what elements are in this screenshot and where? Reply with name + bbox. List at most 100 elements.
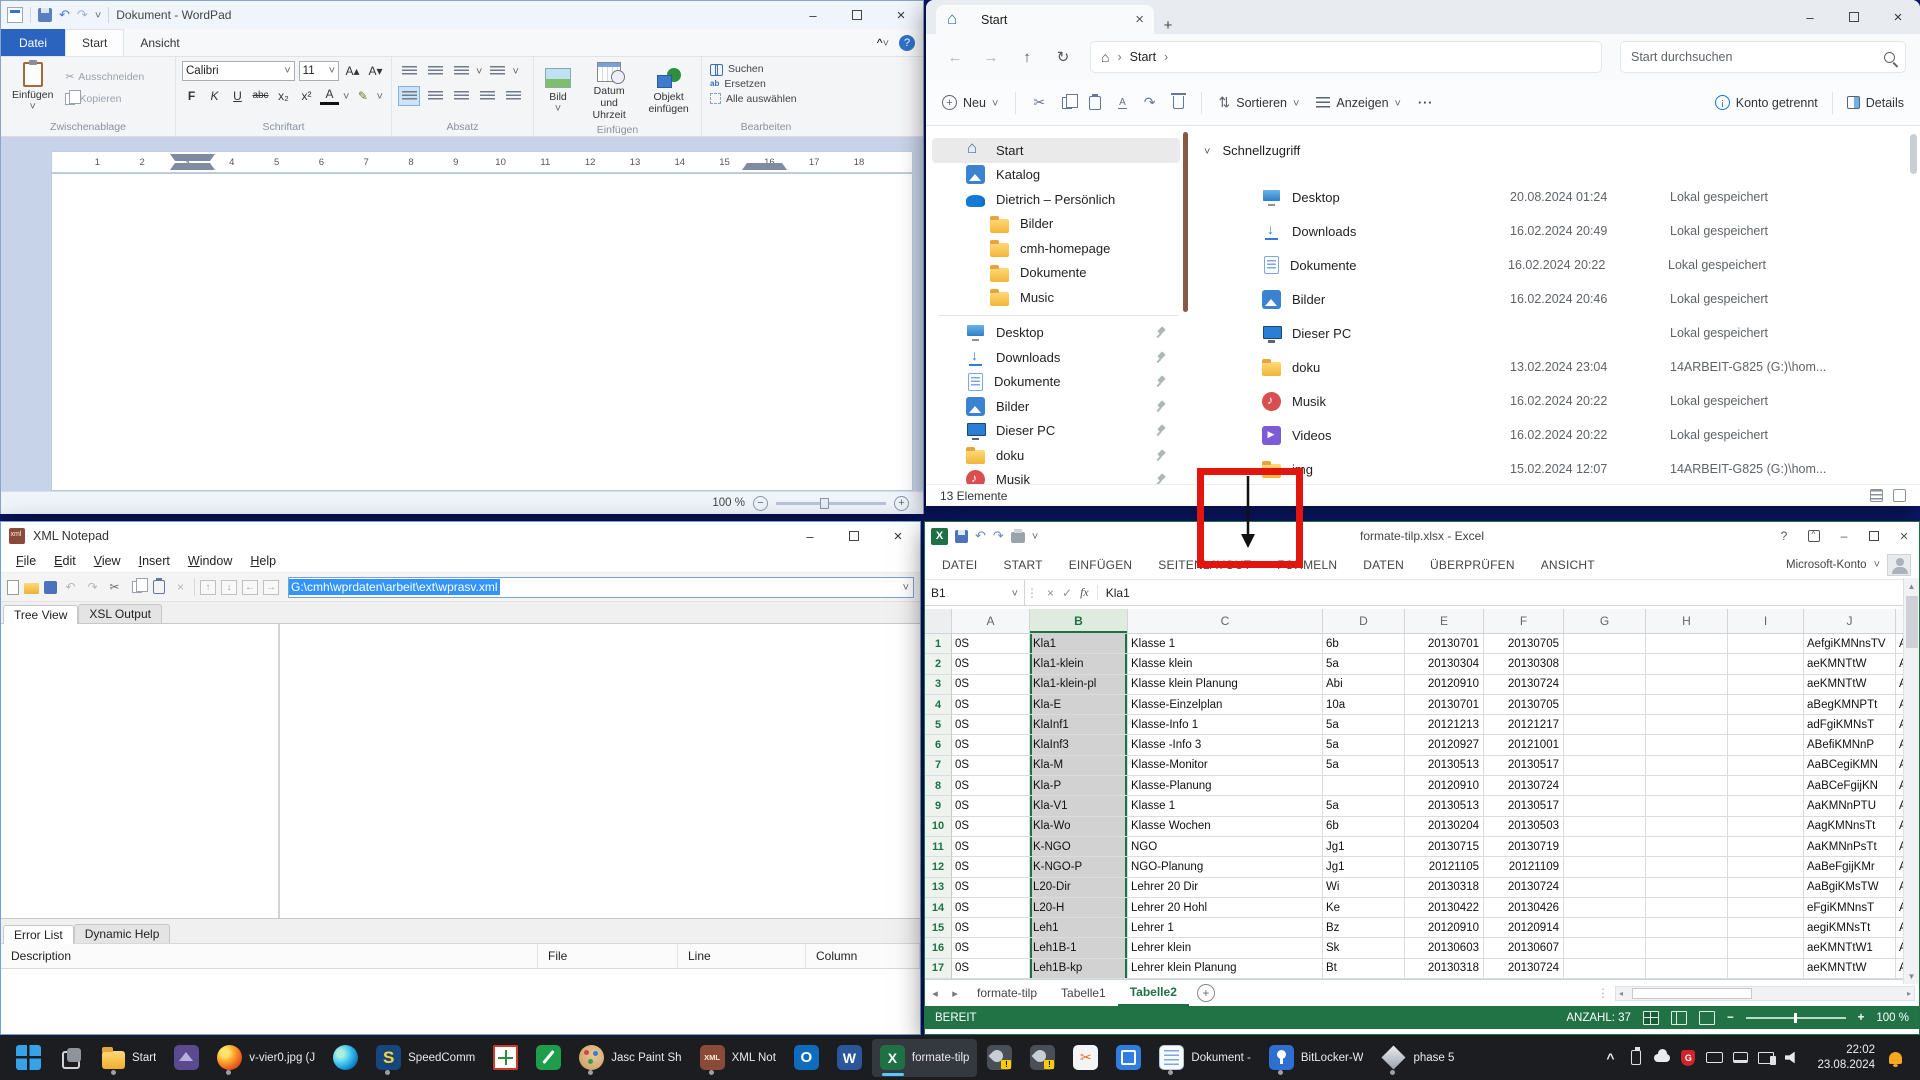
cell[interactable]: 20130513 [1405,756,1484,776]
taskbar-button[interactable] [166,1039,207,1077]
cell[interactable] [1646,634,1728,654]
quick-access-dropdown-icon[interactable] [1032,527,1038,545]
details-view-icon[interactable] [1893,489,1906,502]
close-button[interactable] [1876,0,1920,34]
cell[interactable] [1646,715,1728,735]
enter-icon[interactable]: ✓ [1062,586,1072,600]
close-button[interactable] [879,1,923,29]
cell[interactable] [1728,634,1804,654]
sidebar-item[interactable]: Desktop [932,321,1180,346]
new-file-icon[interactable] [7,580,19,595]
tray-button[interactable] [1675,1039,1701,1077]
row-header[interactable]: 15 [925,918,952,938]
cell[interactable]: 0S [952,695,1030,715]
sidebar-item[interactable]: Downloads [932,345,1180,370]
cell[interactable]: 0S [952,857,1030,877]
tab-datei[interactable]: Datei [1,29,65,56]
normal-view-icon[interactable] [1643,1011,1659,1025]
row-header[interactable]: 5 [925,715,952,735]
line-spacing-icon[interactable] [486,61,508,81]
cell[interactable]: 20121109 [1484,857,1564,877]
sidebar-item[interactable]: Dieser PC [932,419,1180,444]
notification-bell-icon[interactable] [1889,1052,1902,1064]
spreadsheet-row[interactable]: 11 0S K-NGO NGO Jg1 20130715 20130719 Aa… [925,837,1919,857]
paste-icon[interactable] [150,579,167,596]
cell[interactable] [1728,756,1804,776]
right-indent-marker[interactable] [742,163,787,170]
row-header[interactable]: 9 [925,796,952,816]
move-down-icon[interactable]: ↓ [221,580,237,595]
cell[interactable]: Klasse-Einzelplan [1128,695,1323,715]
cell[interactable] [1646,675,1728,695]
spreadsheet-row[interactable]: 9 0S Kla-V1 Klasse 1 5a 20130513 2013051… [925,796,1919,816]
cell[interactable] [1728,878,1804,898]
list-view-icon[interactable] [1870,489,1883,502]
cell[interactable]: 0S [952,796,1030,816]
cell[interactable] [1646,817,1728,837]
cell[interactable]: Klasse klein [1128,654,1323,674]
menu-item[interactable]: Window [179,554,241,568]
cell[interactable] [1564,675,1646,695]
tab-dynamic-help[interactable]: Dynamic Help [74,924,171,943]
close-tab-icon[interactable] [1135,11,1144,28]
insert-function-icon[interactable]: fx [1080,585,1089,600]
sheet-tab[interactable]: formate-tilp [965,981,1049,1005]
file-row[interactable]: Videos 16.02.2024 20:22 Lokal gespeicher… [1190,418,1920,452]
new-tab-button[interactable]: + [1154,17,1182,34]
cell[interactable]: AagKMNnsTt [1804,817,1896,837]
file-row[interactable]: Musik 16.02.2024 20:22 Lokal gespeichert [1190,384,1920,418]
cancel-icon[interactable]: × [1047,586,1054,600]
cell[interactable]: 20130705 [1484,634,1564,654]
cell-selected[interactable]: K-NGO-P [1030,857,1128,877]
cell-selected[interactable]: KlaInf1 [1030,715,1128,735]
next-sheet-icon[interactable]: ▸ [945,987,965,1000]
cell-selected[interactable]: Kla-E [1030,695,1128,715]
cell[interactable] [1564,695,1646,715]
cell[interactable]: 6b [1323,817,1405,837]
column-header[interactable]: I [1728,609,1804,633]
cell[interactable] [1564,959,1646,979]
column-header[interactable]: C [1128,609,1323,633]
find-button[interactable]: Suchen [708,61,824,76]
underline-button[interactable]: U [228,86,247,105]
taskbar-button[interactable]: Start [94,1039,164,1077]
taskbar-button[interactable] [1108,1039,1149,1077]
sort-button[interactable]: Sortieren [1219,94,1300,111]
taskbar-button[interactable]: phase 5 [1373,1039,1462,1077]
cell[interactable]: AaKMNnPsTt [1804,837,1896,857]
view-button[interactable]: Anzeigen [1316,96,1401,110]
cell[interactable]: 0S [952,715,1030,735]
up-icon[interactable]: ↑ [1012,49,1042,66]
row-header[interactable]: 1 [925,634,952,654]
row-header[interactable]: 14 [925,898,952,918]
cell[interactable] [1646,654,1728,674]
paste-button[interactable]: Einfügen [7,61,58,115]
forward-icon[interactable]: → [976,49,1006,66]
file-row[interactable]: doku 13.02.2024 23:04 14ARBEIT-G825 (G:)… [1190,350,1920,384]
name-box[interactable]: B1 [925,580,1025,605]
menu-item[interactable]: Edit [45,554,85,568]
taskbar-button[interactable] [979,1039,1020,1077]
cell[interactable]: aeKMNTtW [1804,654,1896,674]
sidebar-item[interactable]: Katalog [932,163,1180,188]
font-size-select[interactable]: 11 [299,61,339,81]
sidebar-item[interactable]: Musik [932,468,1180,485]
delete-icon[interactable] [1173,96,1184,109]
collapse-icon[interactable] [1204,143,1210,158]
file-row[interactable]: Bilder 16.02.2024 20:46 Lokal gespeicher… [1190,282,1920,316]
cell[interactable] [1564,756,1646,776]
cell[interactable]: 20130204 [1405,817,1484,837]
taskbar-button[interactable] [1065,1039,1106,1077]
clock[interactable]: 22:02 23.08.2024 [1809,1043,1883,1073]
taskbar-button[interactable] [325,1039,366,1077]
cell[interactable] [1564,878,1646,898]
explorer-tab[interactable]: Start [936,5,1154,34]
cell[interactable]: 20130724 [1484,878,1564,898]
taskbar-button[interactable] [528,1039,569,1077]
save-icon[interactable] [955,530,968,543]
cell[interactable]: 0S [952,878,1030,898]
bold-button[interactable]: F [182,86,201,105]
cell[interactable]: Lehrer klein [1128,938,1323,958]
cell[interactable] [1564,776,1646,796]
delete-icon[interactable]: × [172,579,189,596]
